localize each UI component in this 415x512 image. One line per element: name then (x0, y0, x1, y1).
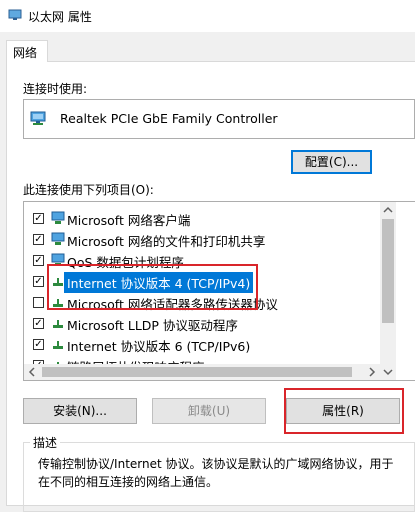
protocol-icon (53, 320, 63, 328)
file-sharing-icon (51, 232, 65, 245)
item-label: Microsoft 网络客户端 (67, 213, 191, 228)
install-button[interactable]: 安装(N)... (23, 398, 137, 424)
checkbox[interactable]: ✓ (33, 213, 44, 224)
scroll-thumb[interactable] (382, 219, 394, 323)
uninstall-button[interactable]: 卸载(U) (152, 398, 266, 424)
horizontal-scroll-thumb[interactable] (42, 367, 352, 377)
scroll-right-icon[interactable] (364, 364, 380, 380)
item-label: Microsoft LLDP 协议驱动程序 (67, 318, 238, 333)
scroll-down-icon[interactable] (380, 364, 396, 380)
checkbox[interactable]: ✓ (33, 318, 44, 329)
scroll-up-icon[interactable] (380, 202, 396, 218)
list-item[interactable]: ✓ Microsoft 网络客户端 (30, 208, 370, 229)
scroll-left-icon[interactable] (24, 364, 40, 380)
adapter-name: Realtek PCIe GbE Family Controller (60, 111, 278, 126)
list-item[interactable]: ✓ Microsoft 网络的文件和打印机共享 (30, 229, 370, 250)
checkbox[interactable]: ✓ (33, 234, 44, 245)
checkbox[interactable] (33, 297, 44, 308)
network-adapter-icon (30, 111, 46, 125)
checkbox[interactable]: ✓ (33, 255, 44, 266)
configure-button[interactable]: 配置(C)... (291, 150, 372, 174)
item-label: Internet 协议版本 6 (TCP/IPv6) (67, 339, 251, 354)
description-text: 传输控制协议/Internet 协议。该协议是默认的广域网络协议，用于在不同的相… (38, 457, 394, 489)
highlight-properties-annotation (284, 388, 404, 434)
window-title: 以太网 属性 (28, 10, 92, 24)
protocol-icon (53, 341, 63, 349)
item-label: Microsoft 网络的文件和打印机共享 (67, 234, 266, 249)
network-client-icon (51, 211, 65, 224)
description-title: 描述 (30, 434, 61, 451)
list-item[interactable]: ✓ Internet 协议版本 6 (TCP/IPv6) (30, 334, 370, 355)
tab-label: 网络 (13, 46, 38, 60)
checkbox[interactable]: ✓ (33, 339, 44, 350)
tab-network[interactable]: 网络 (6, 40, 48, 62)
network-adapter-icon (8, 9, 22, 20)
checkbox[interactable]: ✓ (33, 276, 44, 287)
highlight-ipv4-annotation (47, 264, 258, 310)
connect-using-label: 连接时使用: (23, 82, 88, 96)
items-label: 此连接使用下列项目(O): (23, 183, 154, 197)
list-item[interactable]: ✓ Microsoft LLDP 协议驱动程序 (30, 313, 370, 334)
